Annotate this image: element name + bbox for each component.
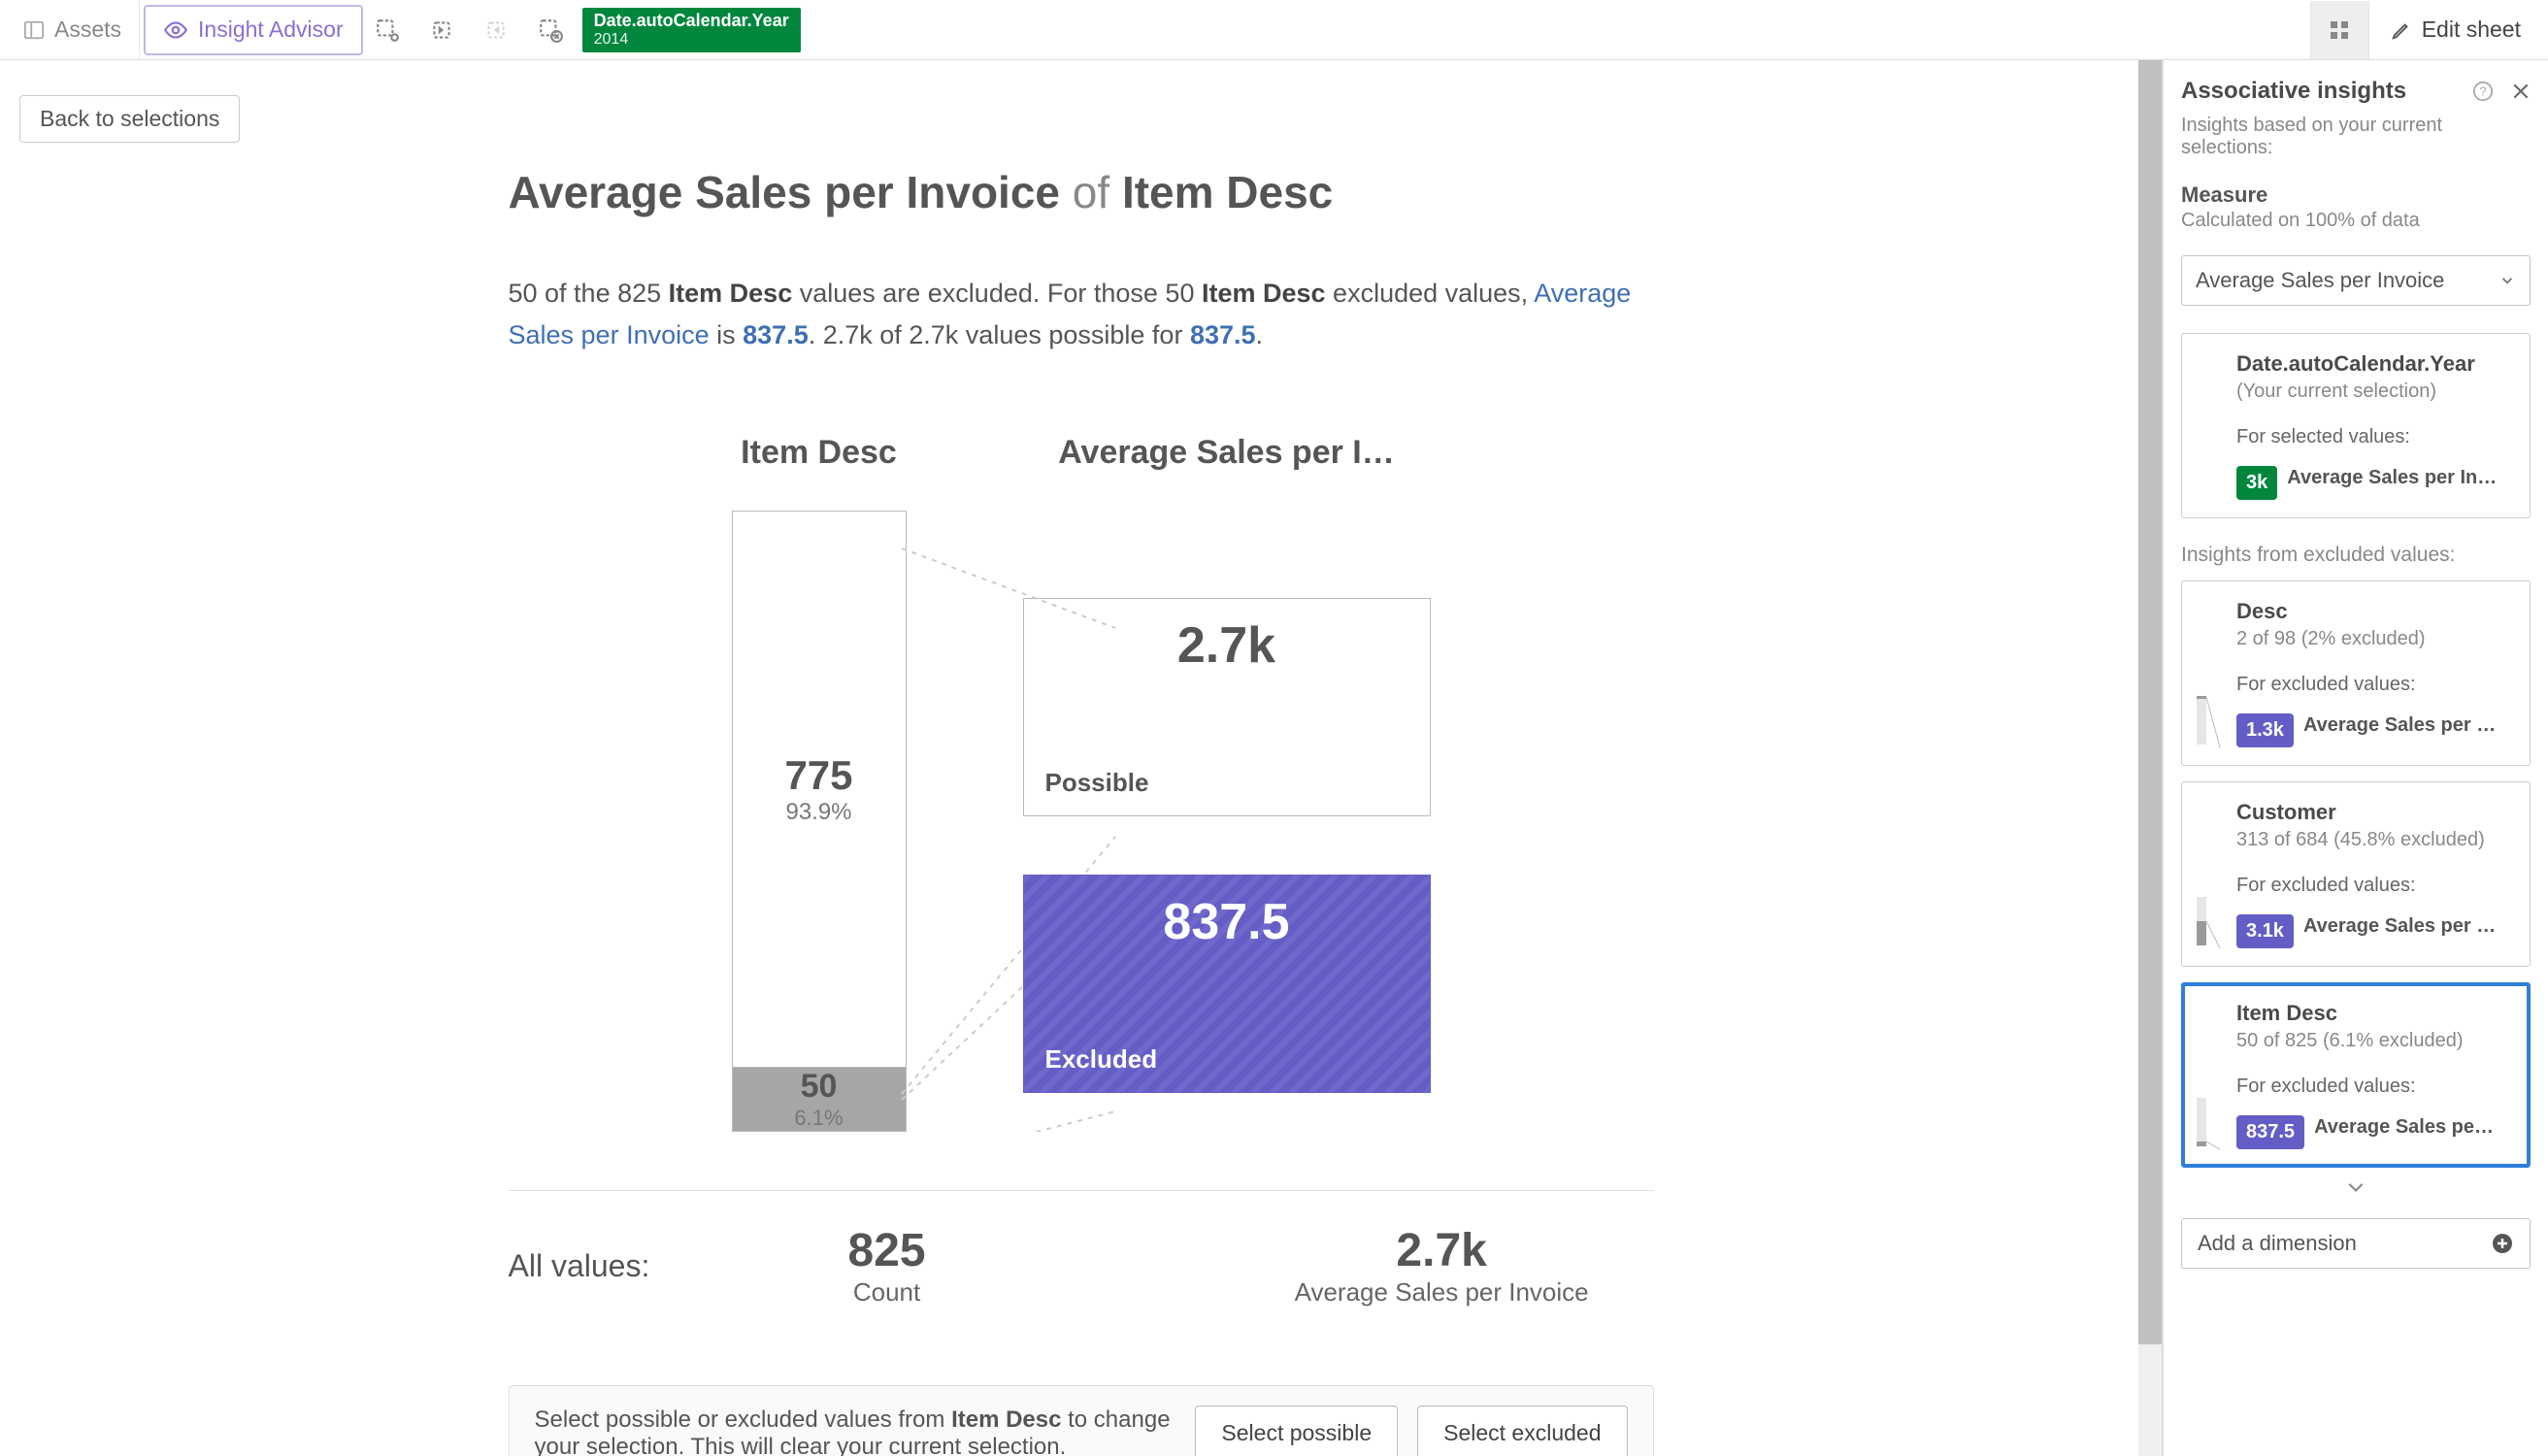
svg-text:?: ? xyxy=(2479,84,2486,99)
excluded-count: 50 xyxy=(801,1068,838,1106)
excluded-label: Excluded xyxy=(1045,1044,1158,1075)
toolbar-right: Edit sheet xyxy=(2310,0,2542,59)
measure-title: Average Sales per I… xyxy=(1058,434,1394,472)
grid-icon xyxy=(2328,18,2351,42)
eye-icon xyxy=(163,17,188,43)
assets-label: Assets xyxy=(54,17,121,43)
title-of: of xyxy=(1060,167,1122,217)
panel-title: Associative insights xyxy=(2181,78,2406,105)
dimension-column: Item Desc 775 93.9% 50 6.1% xyxy=(732,434,907,1132)
split-bar: 775 93.9% 50 6.1% xyxy=(732,511,907,1132)
edit-sheet-label: Edit sheet xyxy=(2422,17,2521,43)
page-title: Average Sales per Invoice of Item Desc xyxy=(509,166,1654,218)
back-to-selections-button[interactable]: Back to selections xyxy=(19,95,240,143)
measure-dropdown[interactable]: Average Sales per Invoice xyxy=(2181,255,2531,306)
spark-icon xyxy=(2192,892,2223,950)
title-dimension: Item Desc xyxy=(1122,167,1333,217)
current-card-title: Date.autoCalendar.Year xyxy=(2236,351,2510,377)
pencil-icon xyxy=(2391,19,2412,41)
select-excluded-button[interactable]: Select excluded xyxy=(1417,1406,1627,1456)
main-area: Back to selections Average Sales per Inv… xyxy=(0,60,2163,1456)
prompt-text: Select possible or excluded values from … xyxy=(535,1406,1176,1456)
all-values-label: All values: xyxy=(509,1248,732,1284)
selection-value: 2014 xyxy=(594,31,789,49)
excluded-box[interactable]: 837.5 Excluded xyxy=(1023,875,1431,1093)
plus-circle-icon xyxy=(2491,1232,2514,1255)
assets-button[interactable]: Assets xyxy=(6,0,140,59)
excluded-pct: 6.1% xyxy=(794,1106,843,1131)
spark-icon xyxy=(2192,1093,2223,1151)
help-icon[interactable]: ? xyxy=(2472,81,2494,102)
all-values-row: All values: 825 Count 2.7k Average Sales… xyxy=(509,1190,1654,1307)
scroll-down-icon[interactable] xyxy=(2164,1175,2548,1201)
spark-icon xyxy=(2192,691,2223,749)
current-card-for: For selected values: xyxy=(2236,426,2510,448)
included-segment[interactable]: 775 93.9% xyxy=(733,512,906,1067)
possible-box[interactable]: 2.7k Possible xyxy=(1023,598,1431,816)
excluded-value: 837.5 xyxy=(1045,893,1408,951)
edit-sheet-button[interactable]: Edit sheet xyxy=(2368,1,2542,59)
included-count: 775 xyxy=(784,752,852,799)
insight-card-desc[interactable]: Desc 2 of 98 (2% excluded) For excluded … xyxy=(2181,580,2531,766)
step-forward-icon xyxy=(480,14,513,47)
add-dimension-button[interactable]: Add a dimension xyxy=(2181,1218,2531,1269)
panel-icon xyxy=(23,19,45,41)
insight-card-customer[interactable]: Customer 313 of 684 (45.8% excluded) For… xyxy=(2181,781,2531,967)
dimension-title: Item Desc xyxy=(741,434,897,472)
insight-advisor-label: Insight Advisor xyxy=(198,17,344,43)
add-dimension-label: Add a dimension xyxy=(2198,1231,2357,1256)
selection-tools xyxy=(363,0,575,59)
insight-description: 50 of the 825 Item Desc values are exclu… xyxy=(509,273,1654,356)
current-selection-card[interactable]: Date.autoCalendar.Year (Your current sel… xyxy=(2181,333,2531,518)
clear-selections-icon[interactable] xyxy=(534,14,567,47)
selection-tag[interactable]: Date.autoCalendar.Year 2014 xyxy=(582,8,801,52)
included-pct: 93.9% xyxy=(785,799,851,826)
breakdown-chart: Item Desc 775 93.9% 50 6.1% xyxy=(509,434,1654,1132)
toolbar-left: Assets Insight Advisor Date.autoCalendar… xyxy=(6,0,801,59)
chevron-down-icon xyxy=(2498,272,2516,289)
close-icon[interactable] xyxy=(2511,82,2531,101)
measure-column: Average Sales per I… 2.7k Possible 837.5… xyxy=(1023,434,1431,1132)
step-back-icon[interactable] xyxy=(425,14,458,47)
possible-label: Possible xyxy=(1045,768,1149,798)
selection-prompt: Select possible or excluded values from … xyxy=(509,1385,1654,1456)
title-metric: Average Sales per Invoice xyxy=(509,167,1061,217)
top-toolbar: Assets Insight Advisor Date.autoCalendar… xyxy=(0,0,2548,60)
all-count: 825 Count xyxy=(848,1224,926,1307)
excluded-insights-heading: Insights from excluded values: xyxy=(2164,526,2548,573)
current-chip: 3k xyxy=(2236,466,2277,500)
panel-subtitle: Insights based on your current selection… xyxy=(2164,115,2548,173)
current-chip-label: Average Sales per In… xyxy=(2287,467,2510,489)
associative-insights-toggle[interactable] xyxy=(2310,1,2368,59)
scrollbar[interactable] xyxy=(2138,60,2162,1456)
selection-field: Date.autoCalendar.Year xyxy=(594,11,789,31)
excluded-segment[interactable]: 50 6.1% xyxy=(733,1067,906,1131)
insight-advisor-button[interactable]: Insight Advisor xyxy=(144,5,363,55)
measure-selected: Average Sales per Invoice xyxy=(2196,268,2444,293)
current-card-sub: (Your current selection) xyxy=(2236,381,2510,403)
smart-search-icon[interactable] xyxy=(371,14,404,47)
all-average: 2.7k Average Sales per Invoice xyxy=(1295,1224,1589,1307)
measure-heading: Measure xyxy=(2164,173,2548,210)
insight-card-item-desc[interactable]: Item Desc 50 of 825 (6.1% excluded) For … xyxy=(2181,982,2531,1168)
associative-insights-panel: Associative insights ? Insights based on… xyxy=(2163,60,2548,1456)
measure-note: Calculated on 100% of data xyxy=(2164,210,2548,246)
select-possible-button[interactable]: Select possible xyxy=(1195,1406,1398,1456)
possible-value: 2.7k xyxy=(1045,616,1408,675)
